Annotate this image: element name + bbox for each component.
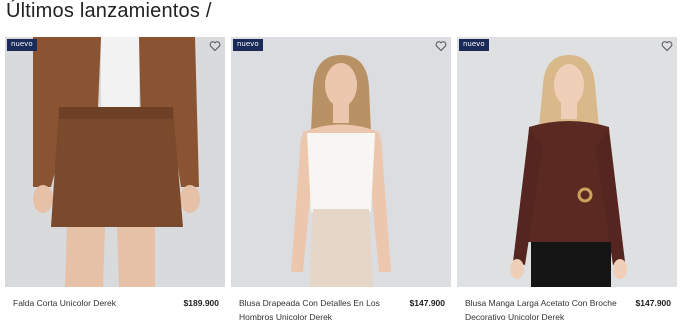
- product-grid: nuevo Falda Corta Unicolor Derek $189.90…: [5, 37, 677, 326]
- product-price: $147.900: [635, 298, 671, 308]
- product-image[interactable]: nuevo: [231, 37, 451, 287]
- product-info: Blusa Manga Larga Acetato Con Broche Dec…: [457, 287, 677, 326]
- product-info: Falda Corta Unicolor Derek $189.900: [5, 287, 225, 326]
- product-name[interactable]: Blusa Drapeada Con Detalles En Los Hombr…: [239, 296, 399, 324]
- heart-icon[interactable]: [661, 40, 673, 52]
- heart-icon[interactable]: [435, 40, 447, 52]
- product-price: $147.900: [409, 298, 445, 308]
- product-image[interactable]: nuevo: [457, 37, 677, 287]
- product-name[interactable]: Falda Corta Unicolor Derek: [13, 296, 173, 310]
- new-badge: nuevo: [459, 39, 489, 51]
- product-info: Blusa Drapeada Con Detalles En Los Hombr…: [231, 287, 451, 326]
- latest-releases-page: Últimos lanzamientos / nuevo Falda Corta…: [0, 0, 681, 328]
- product-card[interactable]: nuevo Blusa Drapeada Con Detalles En Los…: [231, 37, 451, 326]
- section-title: Últimos lanzamientos /: [6, 0, 212, 22]
- product-photo-skirt: [5, 37, 225, 287]
- heart-icon[interactable]: [209, 40, 221, 52]
- product-card[interactable]: nuevo Blusa Manga Larga Acetato Con Broc…: [457, 37, 677, 326]
- product-price: $189.900: [183, 298, 219, 308]
- product-photo-brown-top: [457, 37, 677, 287]
- product-image[interactable]: nuevo: [5, 37, 225, 287]
- new-badge: nuevo: [7, 39, 37, 51]
- new-badge: nuevo: [233, 39, 263, 51]
- product-photo-white-blouse: [231, 37, 451, 287]
- product-name[interactable]: Blusa Manga Larga Acetato Con Broche Dec…: [465, 296, 625, 324]
- product-card[interactable]: nuevo Falda Corta Unicolor Derek $189.90…: [5, 37, 225, 326]
